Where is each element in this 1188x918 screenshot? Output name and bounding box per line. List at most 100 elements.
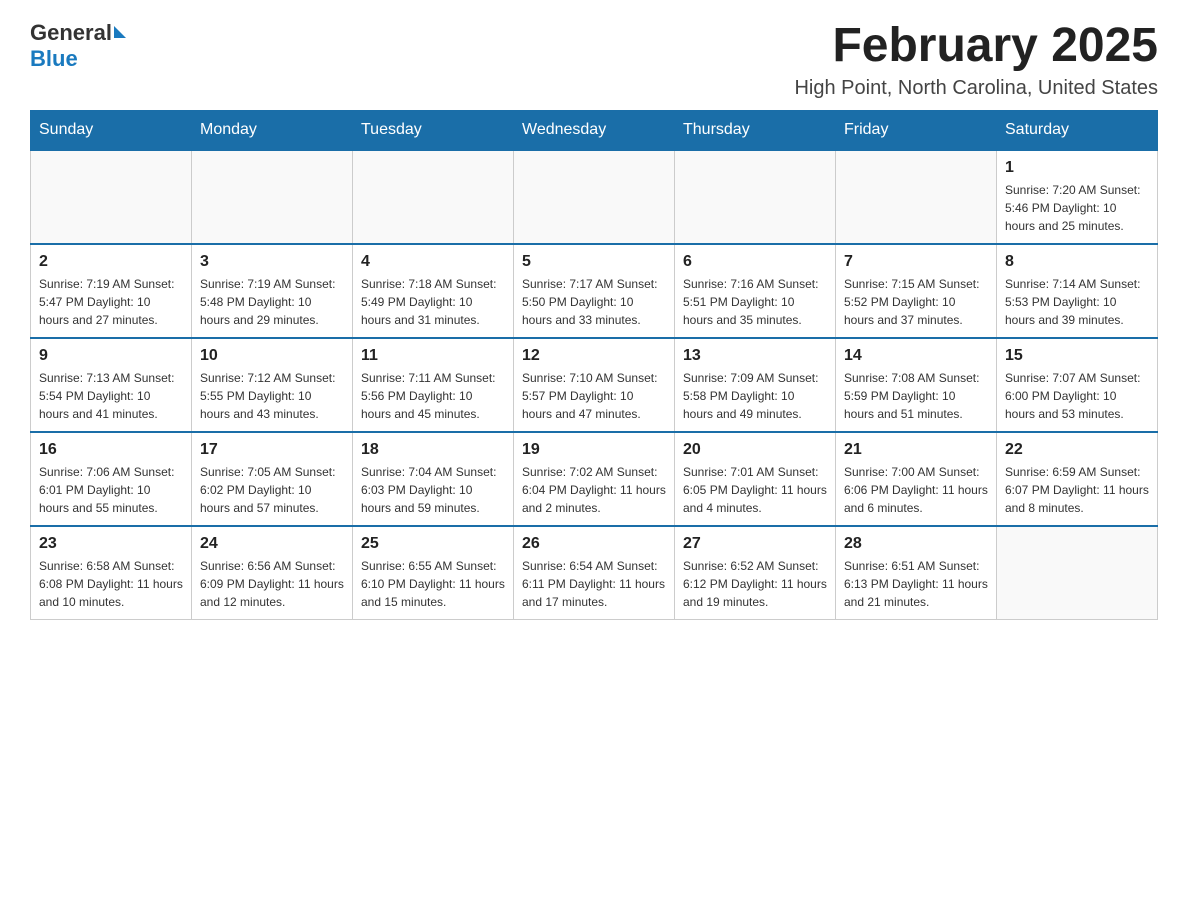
calendar-table: SundayMondayTuesdayWednesdayThursdayFrid…: [30, 110, 1158, 620]
day-header-tuesday: Tuesday: [353, 110, 514, 150]
day-info: Sunrise: 7:15 AM Sunset: 5:52 PM Dayligh…: [844, 275, 988, 329]
calendar-cell: 24 Sunrise: 6:56 AM Sunset: 6:09 PM Dayli…: [192, 526, 353, 620]
day-info: Sunrise: 7:10 AM Sunset: 5:57 PM Dayligh…: [522, 369, 666, 423]
week-row-0: 1Sunrise: 7:20 AM Sunset: 5:46 PM Daylig…: [31, 150, 1158, 244]
calendar-cell: 12Sunrise: 7:10 AM Sunset: 5:57 PM Dayli…: [514, 338, 675, 432]
day-number: 26: [522, 535, 666, 553]
calendar-cell: [192, 150, 353, 244]
calendar-cell: [514, 150, 675, 244]
day-number: 13: [683, 347, 827, 365]
calendar-cell: 13 Sunrise: 7:09 AM Sunset: 5:58 PM Dayli…: [675, 338, 836, 432]
day-info: Sunrise: 7:00 AM Sunset: 6:06 PM Dayligh…: [844, 463, 988, 517]
day-number: 17: [200, 441, 344, 459]
day-number: 24: [200, 535, 344, 553]
day-info: Sunrise: 7:02 AM Sunset: 6:04 PM Dayligh…: [522, 463, 666, 517]
calendar-cell: 17 Sunrise: 7:05 AM Sunset: 6:02 PM Dayli…: [192, 432, 353, 526]
calendar-cell: 1Sunrise: 7:20 AM Sunset: 5:46 PM Daylig…: [997, 150, 1158, 244]
calendar-cell: 23Sunrise: 6:58 AM Sunset: 6:08 PM Dayli…: [31, 526, 192, 620]
calendar-cell: [675, 150, 836, 244]
calendar-cell: 18 Sunrise: 7:04 AM Sunset: 6:03 PM Dayli…: [353, 432, 514, 526]
calendar-cell: 28 Sunrise: 6:51 AM Sunset: 6:13 PM Dayli…: [836, 526, 997, 620]
day-number: 16: [39, 441, 183, 459]
day-header-friday: Friday: [836, 110, 997, 150]
day-number: 19: [522, 441, 666, 459]
day-number: 27: [683, 535, 827, 553]
day-number: 28: [844, 535, 988, 553]
calendar-cell: 7 Sunrise: 7:15 AM Sunset: 5:52 PM Daylig…: [836, 244, 997, 338]
day-number: 8: [1005, 253, 1149, 271]
day-number: 5: [522, 253, 666, 271]
logo: General Blue: [30, 20, 126, 72]
calendar-header: SundayMondayTuesdayWednesdayThursdayFrid…: [31, 110, 1158, 150]
day-info: Sunrise: 7:13 AM Sunset: 5:54 PM Dayligh…: [39, 369, 183, 423]
calendar-cell: 14Sunrise: 7:08 AM Sunset: 5:59 PM Dayli…: [836, 338, 997, 432]
calendar-cell: 20Sunrise: 7:01 AM Sunset: 6:05 PM Dayli…: [675, 432, 836, 526]
day-number: 6: [683, 253, 827, 271]
day-info: Sunrise: 6:52 AM Sunset: 6:12 PM Dayligh…: [683, 557, 827, 611]
day-info: Sunrise: 6:55 AM Sunset: 6:10 PM Dayligh…: [361, 557, 505, 611]
calendar-cell: [31, 150, 192, 244]
day-number: 22: [1005, 441, 1149, 459]
day-info: Sunrise: 7:12 AM Sunset: 5:55 PM Dayligh…: [200, 369, 344, 423]
day-info: Sunrise: 7:19 AM Sunset: 5:47 PM Dayligh…: [39, 275, 183, 329]
day-header-thursday: Thursday: [675, 110, 836, 150]
logo-general-text: General: [30, 20, 112, 46]
day-header-saturday: Saturday: [997, 110, 1158, 150]
logo-general: General: [30, 20, 126, 46]
calendar-cell: 4Sunrise: 7:18 AM Sunset: 5:49 PM Daylig…: [353, 244, 514, 338]
day-number: 14: [844, 347, 988, 365]
day-info: Sunrise: 7:04 AM Sunset: 6:03 PM Dayligh…: [361, 463, 505, 517]
day-number: 18: [361, 441, 505, 459]
day-info: Sunrise: 7:06 AM Sunset: 6:01 PM Dayligh…: [39, 463, 183, 517]
day-info: Sunrise: 7:18 AM Sunset: 5:49 PM Dayligh…: [361, 275, 505, 329]
location-title: High Point, North Carolina, United State…: [794, 77, 1158, 100]
calendar-body: 1Sunrise: 7:20 AM Sunset: 5:46 PM Daylig…: [31, 150, 1158, 620]
calendar-cell: 2 Sunrise: 7:19 AM Sunset: 5:47 PM Daylig…: [31, 244, 192, 338]
calendar-cell: 5Sunrise: 7:17 AM Sunset: 5:50 PM Daylig…: [514, 244, 675, 338]
calendar-cell: [997, 526, 1158, 620]
week-row-2: 9 Sunrise: 7:13 AM Sunset: 5:54 PM Daylig…: [31, 338, 1158, 432]
calendar-cell: 25Sunrise: 6:55 AM Sunset: 6:10 PM Dayli…: [353, 526, 514, 620]
day-info: Sunrise: 7:19 AM Sunset: 5:48 PM Dayligh…: [200, 275, 344, 329]
day-number: 10: [200, 347, 344, 365]
month-title: February 2025: [794, 20, 1158, 73]
days-of-week-row: SundayMondayTuesdayWednesdayThursdayFrid…: [31, 110, 1158, 150]
day-number: 7: [844, 253, 988, 271]
day-info: Sunrise: 7:14 AM Sunset: 5:53 PM Dayligh…: [1005, 275, 1149, 329]
day-number: 2: [39, 253, 183, 271]
day-info: Sunrise: 7:07 AM Sunset: 6:00 PM Dayligh…: [1005, 369, 1149, 423]
day-info: Sunrise: 6:51 AM Sunset: 6:13 PM Dayligh…: [844, 557, 988, 611]
calendar-cell: [353, 150, 514, 244]
calendar-cell: 22 Sunrise: 6:59 AM Sunset: 6:07 PM Dayli…: [997, 432, 1158, 526]
calendar-cell: 10 Sunrise: 7:12 AM Sunset: 5:55 PM Dayli…: [192, 338, 353, 432]
day-info: Sunrise: 6:56 AM Sunset: 6:09 PM Dayligh…: [200, 557, 344, 611]
day-info: Sunrise: 7:20 AM Sunset: 5:46 PM Dayligh…: [1005, 181, 1149, 235]
week-row-4: 23Sunrise: 6:58 AM Sunset: 6:08 PM Dayli…: [31, 526, 1158, 620]
day-header-sunday: Sunday: [31, 110, 192, 150]
calendar-cell: 6 Sunrise: 7:16 AM Sunset: 5:51 PM Daylig…: [675, 244, 836, 338]
calendar-cell: 15 Sunrise: 7:07 AM Sunset: 6:00 PM Dayli…: [997, 338, 1158, 432]
day-number: 15: [1005, 347, 1149, 365]
calendar-cell: 21 Sunrise: 7:00 AM Sunset: 6:06 PM Dayli…: [836, 432, 997, 526]
calendar-cell: 16 Sunrise: 7:06 AM Sunset: 6:01 PM Dayli…: [31, 432, 192, 526]
day-number: 20: [683, 441, 827, 459]
day-header-monday: Monday: [192, 110, 353, 150]
day-info: Sunrise: 7:16 AM Sunset: 5:51 PM Dayligh…: [683, 275, 827, 329]
day-info: Sunrise: 6:59 AM Sunset: 6:07 PM Dayligh…: [1005, 463, 1149, 517]
day-number: 3: [200, 253, 344, 271]
calendar-cell: 3 Sunrise: 7:19 AM Sunset: 5:48 PM Daylig…: [192, 244, 353, 338]
day-info: Sunrise: 7:11 AM Sunset: 5:56 PM Dayligh…: [361, 369, 505, 423]
week-row-1: 2 Sunrise: 7:19 AM Sunset: 5:47 PM Daylig…: [31, 244, 1158, 338]
calendar-cell: 26Sunrise: 6:54 AM Sunset: 6:11 PM Dayli…: [514, 526, 675, 620]
calendar-cell: 27 Sunrise: 6:52 AM Sunset: 6:12 PM Dayli…: [675, 526, 836, 620]
day-info: Sunrise: 6:58 AM Sunset: 6:08 PM Dayligh…: [39, 557, 183, 611]
day-number: 9: [39, 347, 183, 365]
calendar-cell: 8 Sunrise: 7:14 AM Sunset: 5:53 PM Daylig…: [997, 244, 1158, 338]
day-info: Sunrise: 7:09 AM Sunset: 5:58 PM Dayligh…: [683, 369, 827, 423]
day-number: 21: [844, 441, 988, 459]
day-info: Sunrise: 7:05 AM Sunset: 6:02 PM Dayligh…: [200, 463, 344, 517]
calendar-cell: [836, 150, 997, 244]
calendar-cell: 19 Sunrise: 7:02 AM Sunset: 6:04 PM Dayli…: [514, 432, 675, 526]
calendar-cell: 11Sunrise: 7:11 AM Sunset: 5:56 PM Dayli…: [353, 338, 514, 432]
page-header: General Blue February 2025 High Point, N…: [30, 20, 1158, 100]
